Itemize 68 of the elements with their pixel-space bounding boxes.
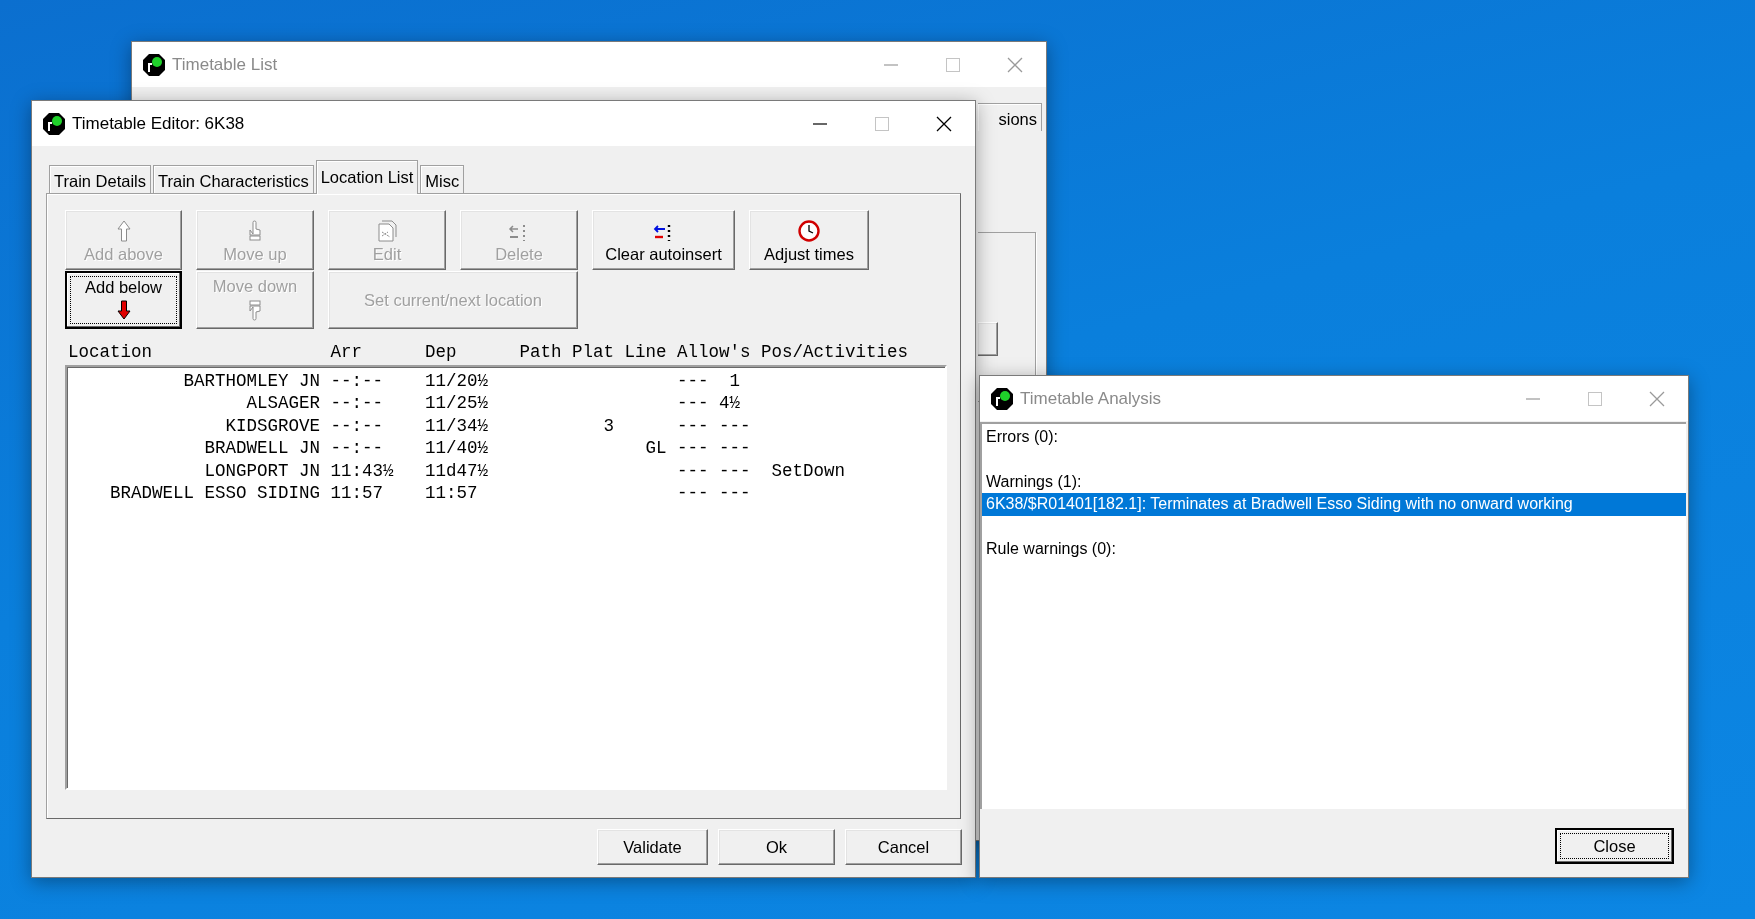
table-cell-text: 3 [602, 414, 615, 438]
app-icon [42, 111, 66, 136]
table-cell-text: --- --- [677, 482, 752, 505]
table-cell-text: KIDSGROVE [224, 414, 321, 438]
dialog-button[interactable]: Validate [597, 829, 708, 865]
table-cell-text: 11/20½ [425, 370, 490, 393]
table-cell-text: GL [644, 437, 667, 460]
maximize-icon[interactable] [875, 116, 889, 131]
close-icon[interactable] [936, 115, 952, 132]
table-cell-text: 11/25½ [425, 392, 490, 415]
section-heading: Errors (0): [985, 427, 1059, 447]
toolbar-button[interactable]: Adjust times [749, 210, 869, 270]
table-cell-text: ALSAGER [245, 392, 321, 415]
table-cell-text: --- 4½ [677, 392, 742, 415]
hand-icon [247, 220, 263, 243]
list-item[interactable]: 6K38/$R01401[182.1]: Terminates at Bradwell Esso Siding with no onward working [982, 493, 1686, 516]
tab[interactable]: Train Details [49, 165, 151, 193]
clock-icon [798, 220, 820, 243]
maximize-icon[interactable] [1588, 391, 1602, 406]
column-header: Dep [425, 341, 458, 364]
arrow-up-icon [116, 220, 131, 243]
tab[interactable]: Location List [315, 160, 419, 194]
toolbar-button[interactable]: Add below [65, 271, 182, 329]
column-header: Arr [330, 341, 364, 364]
tab[interactable]: Misc [420, 165, 465, 193]
dialog-button[interactable]: Cancel [845, 829, 962, 865]
tab[interactable]: sions [978, 103, 1042, 131]
table-cell-text: 11:43½ [330, 459, 395, 483]
maximize-icon[interactable] [946, 57, 960, 72]
column-header: Plat [572, 341, 616, 364]
table-cell-text: --- 1 [677, 370, 742, 393]
app-icon [990, 386, 1014, 411]
section-heading: Rule warnings (0): [985, 539, 1117, 559]
hand-icon [247, 298, 263, 321]
close-dialog-button[interactable]: Close [1555, 828, 1674, 864]
table-cell-text: --- --- [677, 414, 752, 438]
table-cell-text: BARTHOMLEY JN [182, 370, 321, 393]
section-heading: Warnings (1): [985, 471, 1083, 492]
table-cell-text: BRADWELL ESSO SIDING [109, 482, 321, 505]
app-icon [142, 52, 166, 77]
table-cell-text: --:-- [330, 414, 385, 438]
table-cell-text: 11/34½ [425, 414, 490, 438]
window-title: Timetable Editor: 6K38 [72, 112, 245, 135]
table-cell-text: 11d47½ [425, 459, 490, 483]
table-cell-text: LONGPORT JN [203, 459, 321, 483]
column-header: Path [519, 341, 563, 364]
window-title: Timetable List [172, 53, 278, 76]
column-header: Location [68, 341, 153, 364]
table-cell-text: 11:57 [330, 482, 385, 505]
table-cell-text: BRADWELL JN [203, 437, 321, 460]
column-header: Line [624, 341, 668, 364]
table-cell-text: --:-- [330, 437, 385, 460]
column-header: Allow's [677, 341, 752, 364]
table-cell-text: --- --- [677, 459, 752, 483]
table-cell-text: --:-- [330, 392, 385, 415]
tab[interactable]: Train Characteristics [153, 165, 314, 193]
table-cell-text: 11:57 [425, 482, 479, 505]
table-cell-text: 11/40½ [425, 437, 490, 460]
dialog-button[interactable]: Ok [718, 829, 835, 865]
table-cell-text: --- --- [677, 437, 752, 460]
window-title: Timetable Analysis [1020, 387, 1162, 410]
table-cell-text: SetDown [771, 459, 847, 483]
arrow-down-icon [116, 299, 131, 320]
document-icon [376, 220, 398, 243]
toolbar-button[interactable]: Clear autoinsert [592, 210, 735, 270]
table-cell-text: --:-- [330, 370, 385, 393]
column-header: Pos/Activities [761, 341, 909, 364]
button[interactable] [978, 322, 998, 356]
